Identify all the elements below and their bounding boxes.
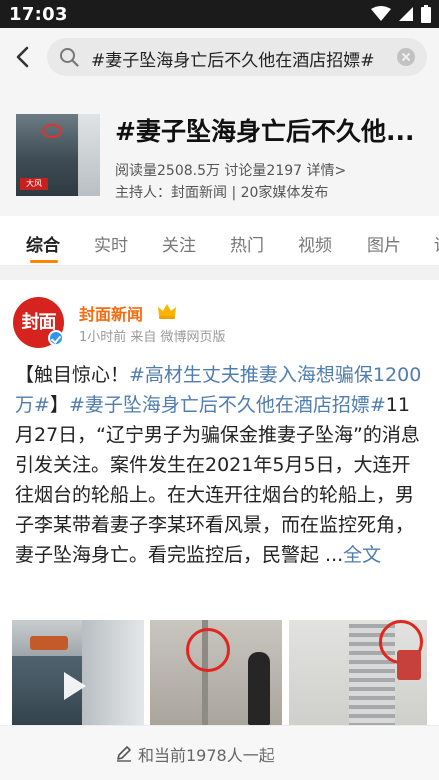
thumb-watermark: 大风 xyxy=(20,178,48,190)
topic-header: 大风 #妻子坠海身亡后不久他... 阅读量2508.5万 讨论量2197 详情>… xyxy=(0,86,439,216)
tab-comprehensive[interactable]: 综合 xyxy=(26,231,60,256)
search-input[interactable]: #妻子坠海身亡后不久他在酒店招嫖# xyxy=(47,38,427,76)
hashtag-link[interactable]: #妻子坠海身亡后不久他在酒店招嫖# xyxy=(69,394,386,416)
search-query: #妻子坠海身亡后不久他在酒店招嫖# xyxy=(91,51,375,71)
topic-host: 主持人：封面新闻 | 20家媒体发布 xyxy=(115,185,329,201)
read-more-link[interactable]: 全文 xyxy=(343,544,381,566)
section-divider xyxy=(0,266,439,280)
image-detail xyxy=(248,652,270,725)
fade-overlay xyxy=(259,726,439,780)
status-time: 17:03 xyxy=(9,4,68,25)
post-image[interactable] xyxy=(289,620,427,725)
status-bar: 17:03 xyxy=(0,0,439,28)
topic-thumbnail[interactable]: 大风 xyxy=(16,114,100,196)
tab-bar: 综合 实时 关注 热门 视频 图片 话 xyxy=(0,216,439,266)
post-images xyxy=(12,620,427,725)
compose-prompt[interactable]: 和当前1978人一起 xyxy=(138,742,275,766)
compose-bar[interactable]: 和当前1978人一起 xyxy=(0,725,439,780)
post-meta: 1小时前 来自 微博网页版 xyxy=(79,330,226,345)
thumb-ship-rail xyxy=(78,114,100,196)
verified-badge-icon xyxy=(48,330,64,346)
signal-icon xyxy=(399,7,413,21)
wifi-icon xyxy=(371,6,391,21)
post-content: 【触目惊心！#高材生丈夫推妻入海想骗保1200万#】#妻子坠海身亡后不久他在酒店… xyxy=(15,360,428,570)
content-text: 】 xyxy=(49,394,69,416)
topic-title: #妻子坠海身亡后不久他... xyxy=(115,117,415,146)
back-button[interactable] xyxy=(10,40,38,74)
topic-stats[interactable]: 阅读量2508.5万 讨论量2197 详情> xyxy=(115,160,346,180)
feed-post: 封面 封面新闻 1小时前 来自 微博网页版 【触目惊心！#高材生丈夫推妻入海想骗… xyxy=(0,280,439,780)
active-tab-indicator xyxy=(30,260,58,263)
image-detail xyxy=(82,620,144,725)
pen-icon xyxy=(117,746,131,762)
tab-video[interactable]: 视频 xyxy=(298,231,332,256)
image-highlight-circle xyxy=(186,628,230,672)
tab-pictures[interactable]: 图片 xyxy=(367,231,401,256)
tab-topic[interactable]: 话 xyxy=(434,231,439,256)
back-arrow-icon xyxy=(16,46,29,68)
tab-hot[interactable]: 热门 xyxy=(230,231,264,256)
thumb-highlight-circle xyxy=(42,124,62,138)
content-text: 11月27日，“辽宁男子为骗保金推妻子坠海”的消息引发关注。案件发生在2021年… xyxy=(15,394,420,566)
status-icons xyxy=(371,5,431,23)
search-icon xyxy=(60,48,79,67)
image-detail xyxy=(30,636,68,650)
content-text: 【触目惊心！ xyxy=(15,364,130,386)
tab-realtime[interactable]: 实时 xyxy=(94,231,128,256)
play-icon xyxy=(64,672,86,700)
image-detail xyxy=(397,650,421,680)
post-image[interactable] xyxy=(150,620,282,725)
tab-following[interactable]: 关注 xyxy=(162,231,196,256)
post-video-thumbnail[interactable] xyxy=(12,620,144,725)
battery-icon xyxy=(421,5,431,23)
crown-icon xyxy=(158,304,176,319)
search-header: #妻子坠海身亡后不久他在酒店招嫖# xyxy=(0,28,439,86)
post-author[interactable]: 封面新闻 xyxy=(79,301,143,325)
clear-icon[interactable] xyxy=(397,48,415,66)
